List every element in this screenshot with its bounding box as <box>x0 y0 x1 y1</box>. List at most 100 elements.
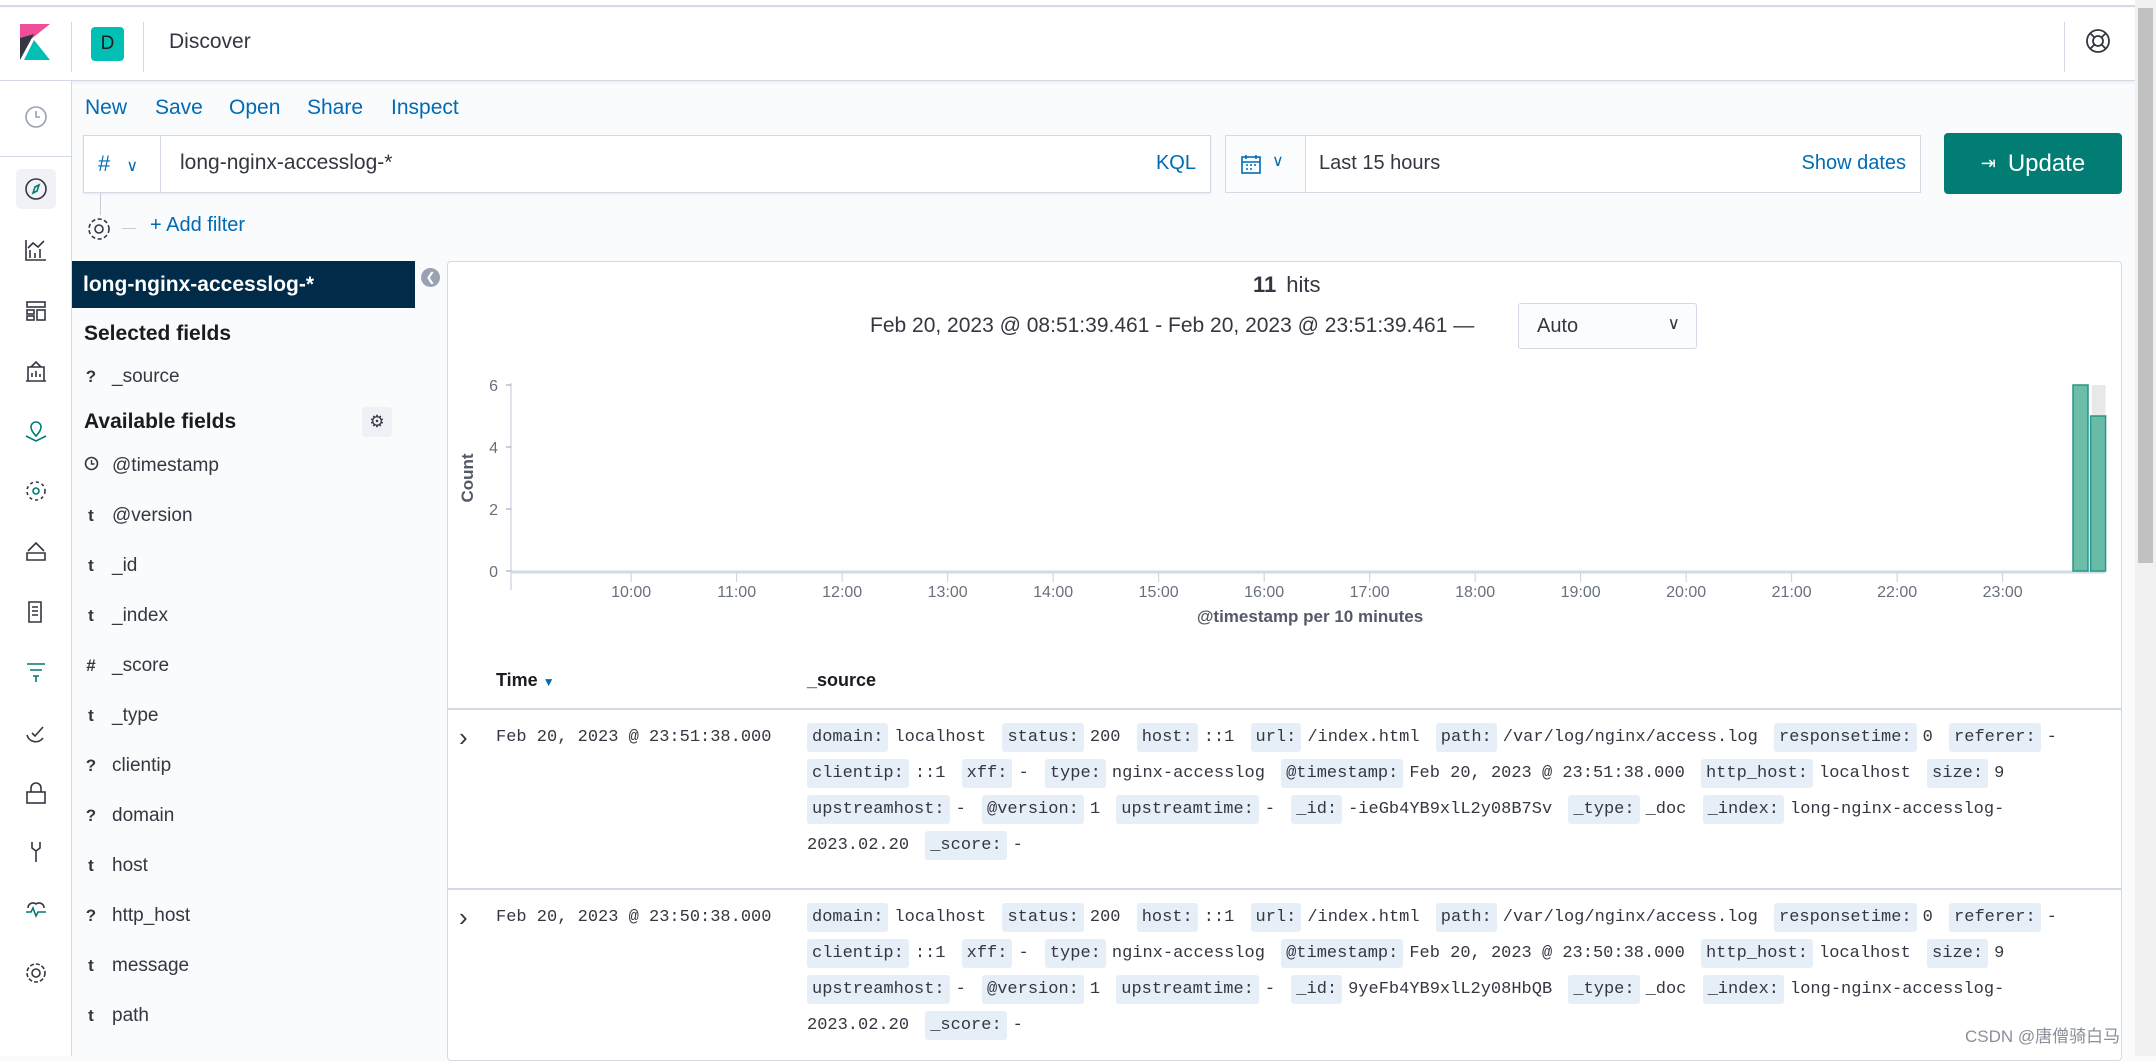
source-field-value: - <box>1264 980 1276 999</box>
string-type-icon: t <box>88 556 94 575</box>
source-field: url: /index.html <box>1250 723 1420 752</box>
query-input[interactable]: long-nginx-accesslog-* <box>180 151 392 175</box>
header-divider <box>143 22 144 72</box>
discover-compass-icon[interactable] <box>16 169 56 209</box>
source-field-value: 0 <box>1922 908 1933 927</box>
source-field-key: _id: <box>1291 795 1343 824</box>
field-item[interactable]: t message <box>84 955 189 977</box>
field-item[interactable]: ? clientip <box>84 755 171 777</box>
field-item[interactable]: t _index <box>84 605 168 627</box>
open-link[interactable]: Open <box>229 96 280 120</box>
share-link[interactable]: Share <box>307 96 363 120</box>
field-item[interactable]: @timestamp <box>84 455 219 477</box>
field-name: clientip <box>112 755 172 776</box>
row-divider <box>448 888 2121 890</box>
index-pattern-selector[interactable]: long-nginx-accesslog-* <box>72 261 415 308</box>
kibana-logo-icon[interactable] <box>20 24 50 60</box>
source-field-value: - <box>1264 800 1276 819</box>
source-field-value: 9 <box>1994 944 2005 963</box>
source-field-value: - <box>1012 836 1023 855</box>
source-field-value: 200 <box>1089 908 1121 927</box>
date-range-text[interactable]: Last 15 hours <box>1319 152 1440 175</box>
add-filter-button[interactable]: + Add filter <box>150 214 245 237</box>
source-field-key: url: <box>1250 723 1302 752</box>
field-item[interactable]: t _type <box>84 705 158 727</box>
monitoring-heartbeat-icon[interactable] <box>16 892 56 932</box>
visualize-icon[interactable] <box>16 230 56 270</box>
new-link[interactable]: New <box>85 96 127 120</box>
kql-toggle-button[interactable]: KQL <box>1156 152 1196 175</box>
source-field-key: referer: <box>1949 903 2041 932</box>
source-field-key: http_host: <box>1700 939 1814 968</box>
query-options-button[interactable]: # ∨ <box>84 136 161 192</box>
source-field: _score: - <box>925 831 1023 860</box>
source-field-key: domain: <box>807 903 889 932</box>
maps-icon[interactable] <box>16 412 56 452</box>
dev-tools-wrench-icon[interactable] <box>16 832 56 872</box>
dashboard-icon[interactable] <box>16 291 56 331</box>
field-item[interactable]: # _score <box>84 655 169 677</box>
source-field-key: http_host: <box>1700 759 1814 788</box>
quick-select-button[interactable]: ∨ <box>1226 136 1306 192</box>
source-field-value: - <box>1018 944 1029 963</box>
number-type-icon: # <box>98 151 111 176</box>
source-field-key: _score: <box>925 831 1007 860</box>
source-field: clientip:::1 <box>807 759 945 788</box>
field-item[interactable]: t _id <box>84 555 137 577</box>
query-bar: # ∨ long-nginx-accesslog-* KQL <box>83 135 1211 193</box>
logs-icon[interactable] <box>16 592 56 632</box>
expand-row-chevron-icon[interactable]: › <box>459 722 468 753</box>
hits-number: 11 <box>1253 272 1277 297</box>
siem-icon[interactable] <box>16 773 56 813</box>
time-column-header[interactable]: Time ▼ <box>496 670 555 691</box>
field-item[interactable]: ? http_host <box>84 905 190 927</box>
filter-settings-gear-icon[interactable] <box>86 216 112 242</box>
field-item[interactable]: t path <box>84 1005 149 1027</box>
uptime-icon[interactable] <box>16 713 56 753</box>
field-item[interactable]: t host <box>84 855 148 877</box>
update-button-label: Update <box>2007 149 2086 177</box>
field-item[interactable]: ? domain <box>84 805 175 827</box>
y-tick-label: 4 <box>489 440 498 457</box>
update-button[interactable]: ⇥ Update <box>1944 133 2122 194</box>
source-field-key: @timestamp: <box>1281 759 1404 788</box>
x-tick-label: 13:00 <box>928 584 968 601</box>
string-type-icon: t <box>88 1006 94 1025</box>
source-field-value: /index.html <box>1307 728 1420 747</box>
source-field-key: _index: <box>1702 975 1785 1004</box>
x-axis-label: @timestamp per 10 minutes <box>1197 607 1423 626</box>
interval-select[interactable]: Auto ∨ <box>1518 303 1697 349</box>
field-filter-gear-icon[interactable]: ⚙ <box>362 407 392 437</box>
field-item[interactable]: t @version <box>84 505 192 527</box>
apm-icon[interactable] <box>16 652 56 692</box>
management-gear-icon[interactable] <box>16 953 56 993</box>
space-avatar[interactable]: D <box>91 27 124 61</box>
watermark: CSDN @唐僧骑白马 <box>1965 1027 2121 1046</box>
save-link[interactable]: Save <box>155 96 203 120</box>
source-field-value: 200 <box>1089 728 1121 747</box>
source-field-key: responsetime: <box>1774 903 1917 932</box>
expand-row-chevron-icon[interactable]: › <box>459 902 468 933</box>
field-name: path <box>112 1005 149 1026</box>
recent-clock-icon[interactable] <box>16 97 56 137</box>
number-type-icon: # <box>86 656 96 675</box>
machine-learning-icon[interactable] <box>16 471 56 511</box>
show-dates-link[interactable]: Show dates <box>1801 152 1906 175</box>
collapse-sidebar-button[interactable]: ❮ <box>421 268 440 287</box>
canvas-icon[interactable] <box>16 351 56 391</box>
field-item[interactable]: ? _source <box>84 366 180 388</box>
source-field-value: ::1 <box>914 944 946 963</box>
source-field-key: upstreamtime: <box>1116 795 1259 824</box>
inspect-link[interactable]: Inspect <box>391 96 459 120</box>
row-divider <box>448 708 2121 710</box>
source-field-value: Feb 20, 2023 @ 23:51:38.000 <box>1409 764 1685 783</box>
source-field-key: status: <box>1002 723 1084 752</box>
scrollbar-thumb[interactable] <box>2138 8 2153 563</box>
source-field: @version: 1 <box>982 795 1100 824</box>
source-field-key: domain: <box>807 723 889 752</box>
help-lifebuoy-icon[interactable] <box>2085 28 2111 54</box>
unknown-type-icon: ? <box>85 806 97 825</box>
infrastructure-icon[interactable] <box>16 531 56 571</box>
filter-divider <box>122 228 136 229</box>
unknown-type-icon: ? <box>85 756 97 775</box>
